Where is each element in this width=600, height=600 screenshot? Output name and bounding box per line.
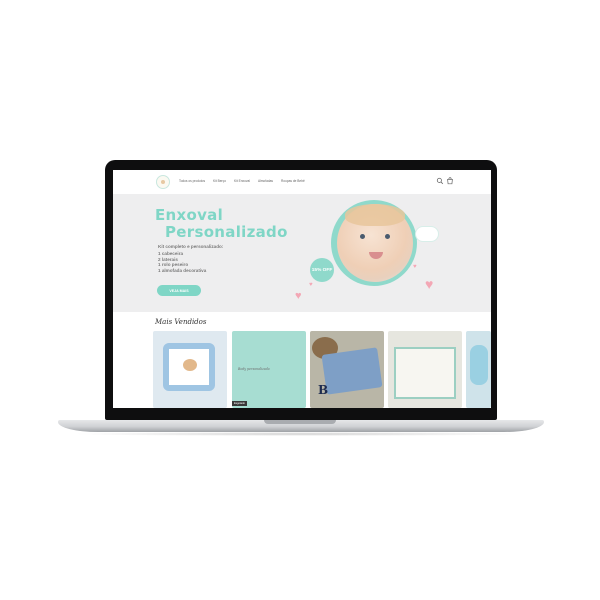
heart-icon: ♥	[295, 290, 302, 302]
best-sellers-title: Mais Vendidos	[155, 318, 207, 326]
laptop-screen: Todos os produtos Kit Berço Kit Enxoval …	[113, 170, 491, 408]
sold-out-tag: Esgotado	[232, 401, 247, 406]
discount-badge: 15% OFF	[310, 258, 334, 282]
baby-photo-eye	[385, 234, 390, 239]
best-sellers-grid: Body personalizado Esgotado B	[153, 331, 491, 408]
baby-photo-eye	[360, 234, 365, 239]
search-icon[interactable]	[436, 177, 444, 185]
laptop-mockup: Todos os produtos Kit Berço Kit Enxoval …	[0, 0, 600, 600]
bear-icon	[183, 359, 197, 371]
product-card[interactable]: Body personalizado Esgotado	[232, 331, 306, 408]
hero-banner: Enxoval Personalizado Kit completo e per…	[113, 194, 491, 312]
heart-icon: ♥	[413, 264, 417, 270]
product-card[interactable]	[388, 331, 462, 408]
product-image-plush	[470, 345, 488, 385]
cart-icon[interactable]	[446, 177, 454, 185]
laptop-shadow	[70, 432, 532, 436]
product-image-blanket	[321, 347, 383, 395]
nav-item-pillows[interactable]: Almofadas	[258, 179, 273, 183]
hero-item-list: 1 cabeceira 2 laterais 1 rolo peseiro 1 …	[158, 251, 206, 273]
product-image-letter: B	[318, 383, 329, 397]
product-label: Body personalizado	[238, 367, 270, 371]
baby-photo-hair	[345, 204, 405, 226]
nav-item-layette-kit[interactable]: Kit Enxoval	[234, 179, 250, 183]
nav-item-baby-clothes[interactable]: Roupas de Bebê	[281, 179, 305, 183]
hero-title-line2: Personalizado	[165, 223, 288, 241]
product-card[interactable]	[466, 331, 491, 408]
product-card[interactable]: B	[310, 331, 384, 408]
hero-title-line1: Enxoval	[155, 206, 224, 224]
product-image-crib	[394, 347, 456, 399]
store-logo[interactable]	[156, 175, 170, 189]
see-more-button[interactable]: VEJA MAIS	[157, 285, 201, 296]
nav-item-all-products[interactable]: Todos os produtos	[179, 179, 205, 183]
site-header: Todos os produtos Kit Berço Kit Enxoval …	[113, 170, 491, 195]
main-nav: Todos os produtos Kit Berço Kit Enxoval …	[179, 179, 305, 183]
product-card[interactable]	[153, 331, 227, 408]
laptop-notch	[264, 420, 336, 424]
heart-icon: ♥	[425, 276, 434, 292]
cloud-icon	[415, 226, 439, 242]
hero-item: 1 almofada decorativa	[158, 267, 207, 273]
hero-subtitle: Kit completo e personalizado:	[158, 244, 224, 249]
heart-icon: ♥	[309, 282, 313, 288]
nav-item-crib-kit[interactable]: Kit Berço	[213, 179, 226, 183]
